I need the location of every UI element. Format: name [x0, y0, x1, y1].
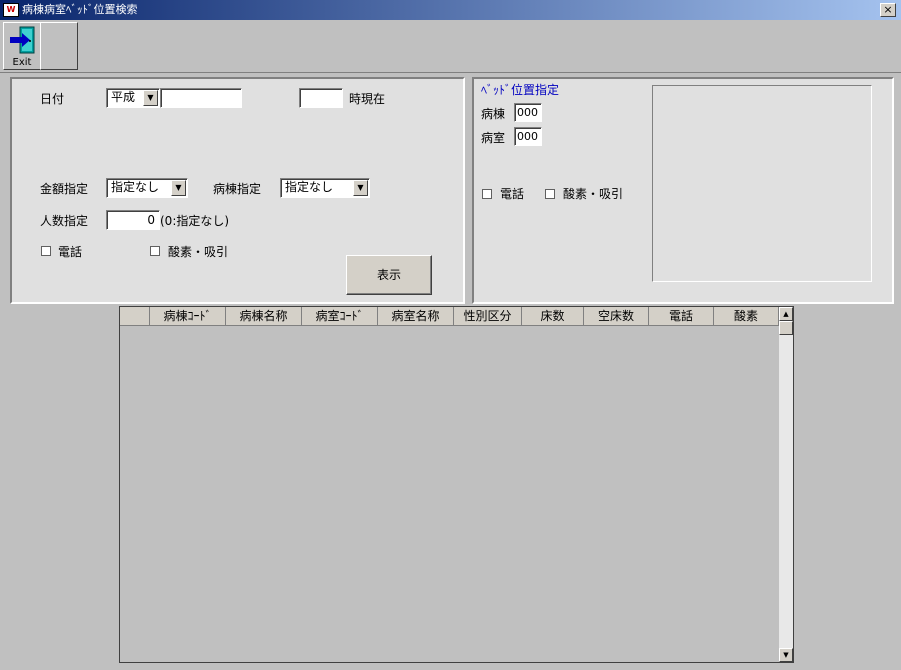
era-select[interactable]: 平成 ▼ [106, 88, 160, 108]
bed-phone-label: 電話 [500, 187, 525, 201]
toolbar-blank-button[interactable] [40, 22, 78, 70]
scroll-thumb[interactable] [779, 321, 793, 335]
time-suffix-label: 時現在 [349, 92, 386, 106]
oxygen-label: 酸素・吸引 [168, 245, 229, 259]
chevron-down-icon[interactable]: ▼ [171, 180, 186, 196]
col-gender[interactable]: 性別区分 [454, 307, 522, 326]
vertical-scrollbar[interactable]: ▲ ▼ [779, 307, 793, 662]
col-bed-count[interactable]: 床数 [522, 307, 584, 326]
col-ward-name[interactable]: 病棟名称 [226, 307, 302, 326]
amount-label: 金額指定 [40, 182, 89, 196]
exit-label: Exit [12, 57, 32, 68]
window-title: 病棟病室ﾍﾞｯﾄﾞ位置検索 [22, 3, 138, 16]
bed-phone-checkbox[interactable] [482, 189, 492, 199]
close-button[interactable]: × [880, 3, 896, 17]
col-oxygen[interactable]: 酸素 [714, 307, 779, 326]
grid-corner-header [120, 307, 150, 326]
people-label: 人数指定 [40, 214, 89, 228]
bed-position-heading: ﾍﾞｯﾄﾞ位置指定 [481, 83, 560, 97]
col-phone[interactable]: 電話 [649, 307, 714, 326]
scroll-down-icon[interactable]: ▼ [779, 648, 793, 662]
title-bar: W 病棟病室ﾍﾞｯﾄﾞ位置検索 [0, 0, 901, 20]
col-room-code[interactable]: 病室ｺｰﾄﾞ [302, 307, 378, 326]
col-ward-code[interactable]: 病棟ｺｰﾄﾞ [150, 307, 226, 326]
phone-label: 電話 [58, 245, 83, 259]
date-label: 日付 [40, 92, 65, 106]
bed-room-label: 病室 [481, 131, 506, 145]
bed-ward-input[interactable]: 000 [514, 103, 542, 122]
show-button[interactable]: 表示 [346, 255, 432, 295]
people-hint: (0:指定なし) [160, 214, 230, 228]
oxygen-checkbox[interactable] [150, 246, 160, 256]
app-icon: W [3, 3, 19, 17]
chevron-down-icon[interactable]: ▼ [353, 180, 368, 196]
era-value: 平成 [111, 90, 136, 104]
bed-oxygen-label: 酸素・吸引 [563, 187, 624, 201]
phone-checkbox[interactable] [41, 246, 51, 256]
bed-ward-label: 病棟 [481, 107, 506, 121]
amount-value: 指定なし [111, 180, 160, 194]
bed-position-panel: ﾍﾞｯﾄﾞ位置指定 病棟 000 病室 000 電話 酸素・吸引 [472, 77, 894, 304]
bed-oxygen-checkbox[interactable] [545, 189, 555, 199]
date-input[interactable] [160, 88, 242, 108]
col-empty-beds[interactable]: 空床数 [584, 307, 649, 326]
amount-select[interactable]: 指定なし ▼ [106, 178, 188, 198]
search-panel: 日付 平成 ▼ 時現在 金額指定 指定なし ▼ 病棟指定 指定なし ▼ 人数指定… [10, 77, 465, 304]
time-input[interactable] [299, 88, 343, 108]
bed-layout-area[interactable] [652, 85, 872, 282]
col-room-name[interactable]: 病室名称 [378, 307, 454, 326]
ward-label: 病棟指定 [213, 182, 262, 196]
chevron-down-icon[interactable]: ▼ [143, 90, 158, 106]
scroll-up-icon[interactable]: ▲ [779, 307, 793, 321]
ward-select[interactable]: 指定なし ▼ [280, 178, 370, 198]
ward-value: 指定なし [285, 180, 334, 194]
bed-room-input[interactable]: 000 [514, 127, 542, 146]
result-grid[interactable]: 病棟ｺｰﾄﾞ 病棟名称 病室ｺｰﾄﾞ 病室名称 性別区分 床数 空床数 電話 酸… [119, 306, 794, 663]
people-input[interactable]: 0 [106, 210, 160, 230]
exit-door-icon [10, 26, 35, 54]
toolbar [0, 20, 901, 73]
exit-button[interactable]: Exit [3, 22, 41, 70]
